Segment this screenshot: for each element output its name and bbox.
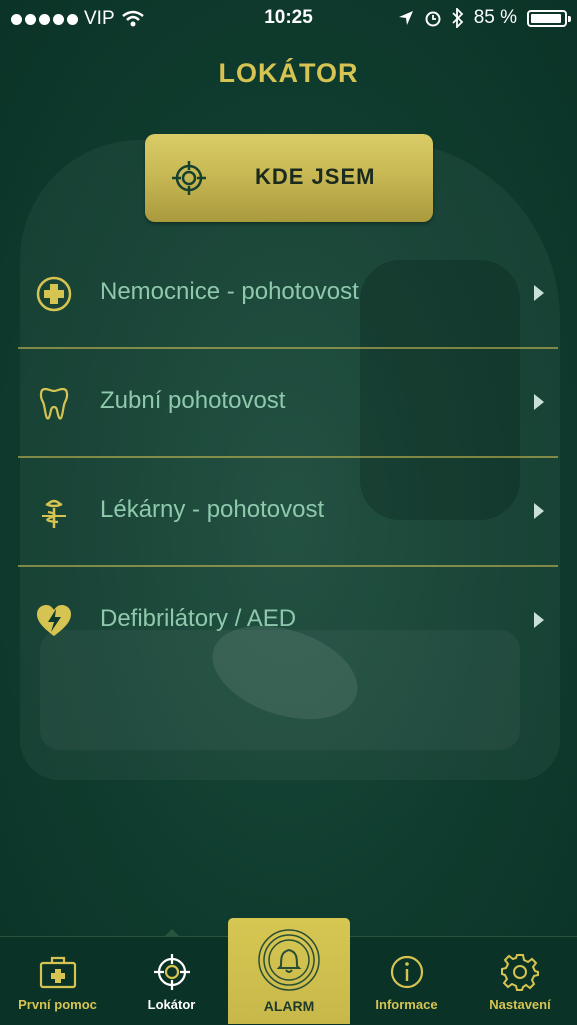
list-item-hospital[interactable]: Nemocnice - pohotovost (18, 240, 558, 349)
tab-first-aid[interactable]: První pomoc (0, 937, 115, 1025)
list-item-pharmacy[interactable]: Lékárny - pohotovost (18, 458, 558, 567)
list-item-dental[interactable]: Zubní pohotovost (18, 349, 558, 458)
alarm-clock-icon (425, 11, 441, 27)
battery-percent: 85 % (473, 7, 517, 28)
alarm-button[interactable]: ALARM (228, 918, 350, 1024)
tab-information[interactable]: Informace (350, 937, 463, 1025)
where-am-i-button[interactable]: KDE JSEM (145, 134, 433, 222)
emergency-services-list: Nemocnice - pohotovost Zubní pohotovost … (18, 240, 558, 674)
chevron-right-icon (534, 612, 544, 628)
alarm-label: ALARM (263, 998, 315, 1014)
list-item-label: Nemocnice - pohotovost (100, 278, 359, 305)
bluetooth-icon (452, 8, 463, 28)
defibrillator-heart-icon (37, 605, 71, 636)
status-bar: VIP 10:25 85 % (0, 0, 577, 38)
battery-icon (527, 9, 571, 27)
chevron-right-icon (534, 503, 544, 519)
tooth-icon (39, 387, 69, 420)
crosshair-icon (153, 954, 190, 990)
tab-locator[interactable]: Lokátor (115, 929, 228, 1025)
list-item-aed[interactable]: Defibrilátory / AED (18, 567, 558, 674)
crosshair-icon (172, 161, 206, 195)
tab-settings[interactable]: Nastavení (463, 937, 577, 1025)
pharmacy-icon (42, 499, 66, 528)
tab-label: Lokátor (147, 997, 196, 1012)
info-icon (390, 955, 423, 989)
list-item-label: Defibrilátory / AED (100, 605, 297, 632)
bell-icon (258, 929, 320, 991)
list-item-label: Zubní pohotovost (100, 387, 286, 414)
chevron-right-icon (534, 394, 544, 410)
where-am-i-label: KDE JSEM (255, 164, 376, 189)
location-arrow-icon (398, 11, 413, 25)
tab-label: První pomoc (18, 997, 97, 1012)
hospital-cross-icon (36, 276, 72, 312)
tab-label: Nastavení (489, 997, 551, 1012)
list-item-label: Lékárny - pohotovost (100, 496, 325, 523)
gear-icon (501, 954, 539, 991)
first-aid-kit-icon (39, 956, 76, 989)
tab-label: Informace (375, 997, 438, 1012)
page-title: LOKÁTOR (218, 58, 359, 88)
chevron-right-icon (534, 285, 544, 301)
